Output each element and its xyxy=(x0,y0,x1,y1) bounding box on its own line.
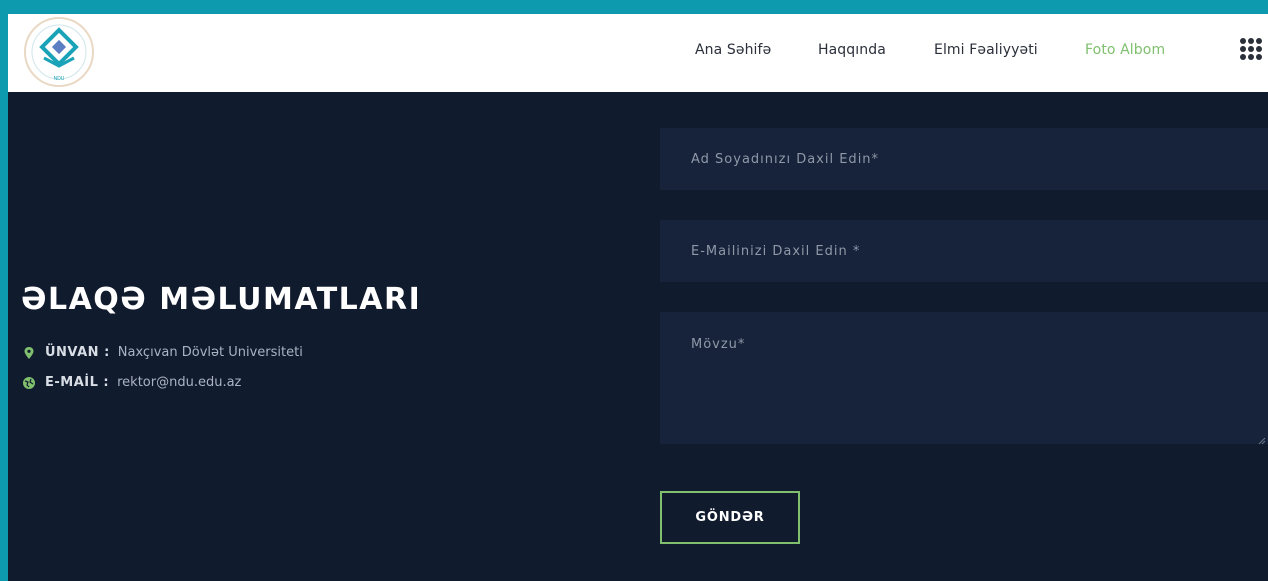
email-row: E-MAİL : rektor@ndu.edu.az xyxy=(23,375,241,390)
email-placeholder: E-Mailinizi Daxil Edin * xyxy=(691,244,861,259)
left-border xyxy=(0,92,8,581)
contact-title: ƏLAQƏ MƏLUMATLARI xyxy=(21,282,422,317)
email-field[interactable]: E-Mailinizi Daxil Edin * xyxy=(660,220,1268,282)
address-value: Naxçıvan Dövlət Universiteti xyxy=(117,345,303,360)
email-value[interactable]: rektor@ndu.edu.az xyxy=(117,375,241,390)
subject-placeholder: Mövzu* xyxy=(691,337,746,352)
name-field[interactable]: Ad Soyadınızı Daxil Edin* xyxy=(660,128,1268,190)
address-label: ÜNVAN : xyxy=(45,345,110,360)
map-pin-icon xyxy=(23,346,35,359)
email-label: E-MAİL : xyxy=(45,375,110,390)
nav-scientific-activity[interactable]: Elmi Fəaliyyəti xyxy=(934,42,1038,58)
contact-section: ƏLAQƏ MƏLUMATLARI ÜNVAN : Naxçıvan Dövlə… xyxy=(8,92,1268,581)
svg-text:NDU: NDU xyxy=(54,76,65,82)
grid-menu-icon[interactable] xyxy=(1238,36,1268,66)
globe-icon xyxy=(23,376,35,389)
nav-home[interactable]: Ana Səhifə xyxy=(695,42,771,58)
name-placeholder: Ad Soyadınızı Daxil Edin* xyxy=(691,152,880,167)
nav-about[interactable]: Haqqında xyxy=(818,42,886,58)
site-header: NDU Ana Səhifə Haqqında Elmi Fəaliyyəti … xyxy=(8,14,1268,92)
subject-textarea[interactable]: Mövzu* xyxy=(660,312,1268,445)
send-button[interactable]: GÖNDƏR xyxy=(660,491,800,544)
address-row: ÜNVAN : Naxçıvan Dövlət Universiteti xyxy=(23,345,303,360)
university-logo[interactable]: NDU xyxy=(22,16,96,88)
resize-handle-icon[interactable] xyxy=(1258,434,1266,445)
top-border xyxy=(0,0,1268,14)
nav-photo-album[interactable]: Foto Albom xyxy=(1085,42,1165,58)
